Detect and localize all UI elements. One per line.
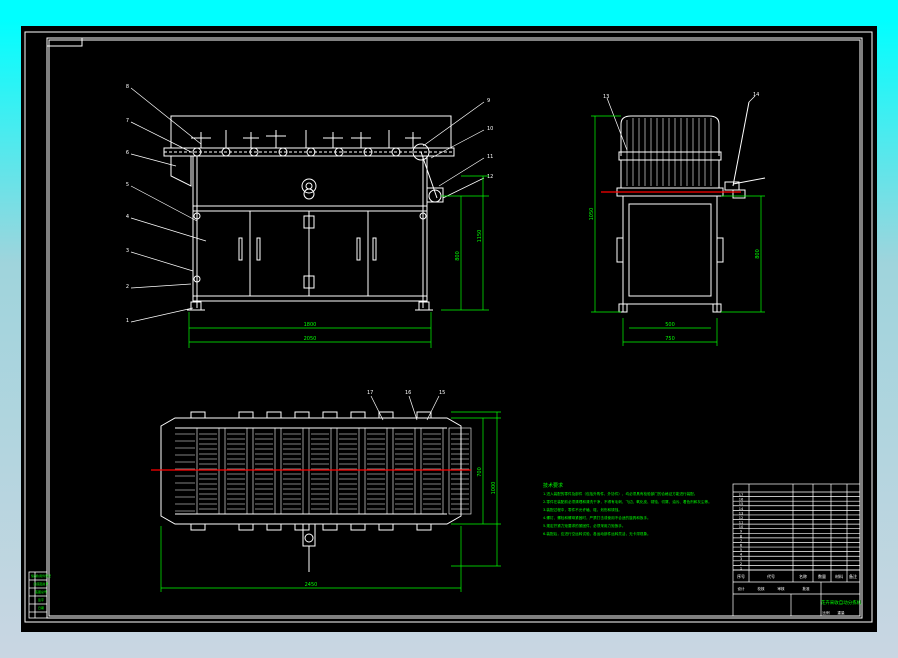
part-balloon: 16 [405, 390, 411, 396]
sorting-slat [336, 427, 360, 515]
sorting-slat [448, 427, 472, 515]
dimension-text: 2450 [305, 582, 318, 588]
front-view [163, 115, 455, 311]
front-view-leaders [130, 87, 485, 323]
note-line: 1.进入装配的零件及部件（包括外购件、外协件），均必须具有检验部门的合格证方能进… [543, 491, 697, 496]
part-balloon: 9 [487, 98, 490, 104]
sorting-slat [308, 427, 332, 515]
title-block-footer: 比例 [822, 610, 830, 615]
title-block-row-number: 2 [740, 562, 742, 566]
title-block-header: 数量 [818, 573, 826, 579]
title-block-header: 代号 [767, 573, 775, 579]
dimension-text: 1150 [477, 230, 483, 243]
part-balloon: 10 [487, 126, 493, 132]
title-block-row-number: 7 [740, 539, 742, 543]
dimension-text: 1000 [491, 482, 497, 495]
side-strip-label: 旧底图总号 [33, 581, 48, 586]
part-balloon: 2 [126, 284, 129, 290]
sorting-slat [280, 427, 304, 515]
sorting-slat [252, 427, 276, 515]
title-block-text: 序号 代号 名称 数量 材料 备注1716151413121110987654321花卉采… [737, 493, 862, 615]
title-block-row-number: 12 [739, 516, 744, 520]
side-view-dimensions [591, 115, 765, 346]
title-block-row-number: 14 [739, 507, 744, 511]
side-balloons: 13 14 [603, 92, 759, 100]
title-block-header: 名称 [799, 573, 807, 579]
note-line: 4.螺钉、螺栓和螺母紧固时，严禁打击或使用不合适的旋具和扳手。 [543, 515, 651, 520]
side-dims-text: 1050 800 500 750 [589, 208, 761, 342]
part-balloon: 15 [439, 390, 445, 396]
dimension-text: 2050 [304, 336, 317, 342]
title-block-footer: 重量 [837, 610, 845, 615]
dimension-text: 500 [665, 322, 675, 328]
note-line: 3.装配过程中，零件不允许磕、碰、划伤和锈蚀。 [543, 507, 622, 512]
side-strip-label: 签字 [38, 597, 44, 602]
part-balloon: 17 [367, 390, 373, 396]
part-balloon: 12 [487, 174, 493, 180]
technical-notes: 技术要求 1.进入装配的零件及部件（包括外购件、外协件），均必须具有检验部门的合格… [543, 482, 712, 536]
top-view [160, 411, 472, 572]
front-balloons-right: 9 10 11 12 [487, 98, 493, 180]
side-strip-label: 底图总号 [35, 589, 47, 594]
top-dims-text: 2450 700 1000 [305, 467, 497, 588]
title-block-row-number: 1 [740, 566, 742, 570]
title-block-row-number: 11 [739, 521, 744, 525]
sorting-slat [420, 427, 444, 515]
notes-heading: 技术要求 [543, 482, 563, 489]
side-strip-label: 借(通)用件登记 [31, 573, 51, 578]
title-block-row-number: 5 [740, 548, 742, 552]
title-block-header: 备注 [849, 573, 857, 579]
side-strip-labels: 借(通)用件登记旧底图总号底图总号签字日期 [31, 573, 51, 610]
sorting-slat [392, 427, 416, 515]
dimension-text: 800 [755, 249, 761, 259]
dimension-text: 800 [455, 251, 461, 261]
part-balloon: 4 [126, 214, 129, 220]
sorting-slat [364, 427, 388, 515]
dimension-text: 1800 [304, 322, 317, 328]
title-block-row-number: 15 [739, 502, 744, 506]
drawing-title: 花卉采收自动分拣机 [821, 599, 862, 606]
part-balloon: 7 [126, 118, 129, 124]
title-block-footer: 设计 [737, 586, 745, 591]
note-line: 2.零件在装配前必须清理和清洗干净，不得有毛刺、飞边、氧化皮、锈蚀、切屑、油污、… [543, 499, 712, 504]
part-balloon: 5 [126, 182, 129, 188]
top-view-leaders [370, 395, 440, 421]
title-block-row-number: 16 [739, 498, 744, 502]
title-block-footer: 审核 [777, 586, 785, 591]
title-block [732, 483, 861, 617]
drawing-sheet: 借(通)用件登记 旧底图总号 底图总号 签字 日期 8 7 6 5 4 3 2 … [21, 26, 877, 632]
note-line: 6.装配后，应进行空运转试验，各运动部件运转灵活，无卡滞现象。 [543, 531, 651, 536]
cad-drawing-canvas: 借(通)用件登记旧底图总号底图总号签字日期 87654321 9101112 1… [24, 31, 873, 623]
side-strip [28, 571, 48, 619]
part-balloon: 8 [126, 84, 129, 90]
note-line: 5.规定拧紧力矩要求的紧固件，必须采用力矩扳手。 [543, 523, 626, 528]
title-block-row-number: 10 [739, 525, 744, 529]
side-view [616, 101, 766, 313]
title-block-row-number: 17 [739, 493, 744, 497]
part-balloon: 14 [753, 92, 759, 98]
part-balloon: 13 [603, 94, 609, 100]
part-balloon: 6 [126, 150, 129, 156]
title-block-footer: 校核 [757, 586, 765, 591]
title-block-row-number: 13 [739, 511, 744, 515]
title-block-row-number: 3 [740, 557, 742, 561]
top-balloons: 17 16 15 [367, 390, 445, 396]
front-view-dimensions [188, 175, 489, 348]
dimension-text: 1050 [589, 208, 595, 221]
part-balloon: 3 [126, 248, 129, 254]
sorting-slat [196, 427, 220, 515]
part-balloon: 11 [487, 154, 493, 160]
dimension-text: 750 [665, 336, 675, 342]
part-balloon: 1 [126, 318, 129, 324]
title-block-header: 序号 [737, 573, 745, 579]
title-block-footer: 批准 [802, 586, 810, 591]
front-balloons-left: 8 7 6 5 4 3 2 1 [126, 84, 129, 324]
side-strip-label: 日期 [38, 605, 44, 610]
sorting-slat [224, 427, 248, 515]
front-dims-text: 1800 2050 800 1150 [304, 230, 483, 342]
title-block-header: 材料 [835, 573, 843, 579]
dimension-text: 700 [477, 467, 483, 477]
